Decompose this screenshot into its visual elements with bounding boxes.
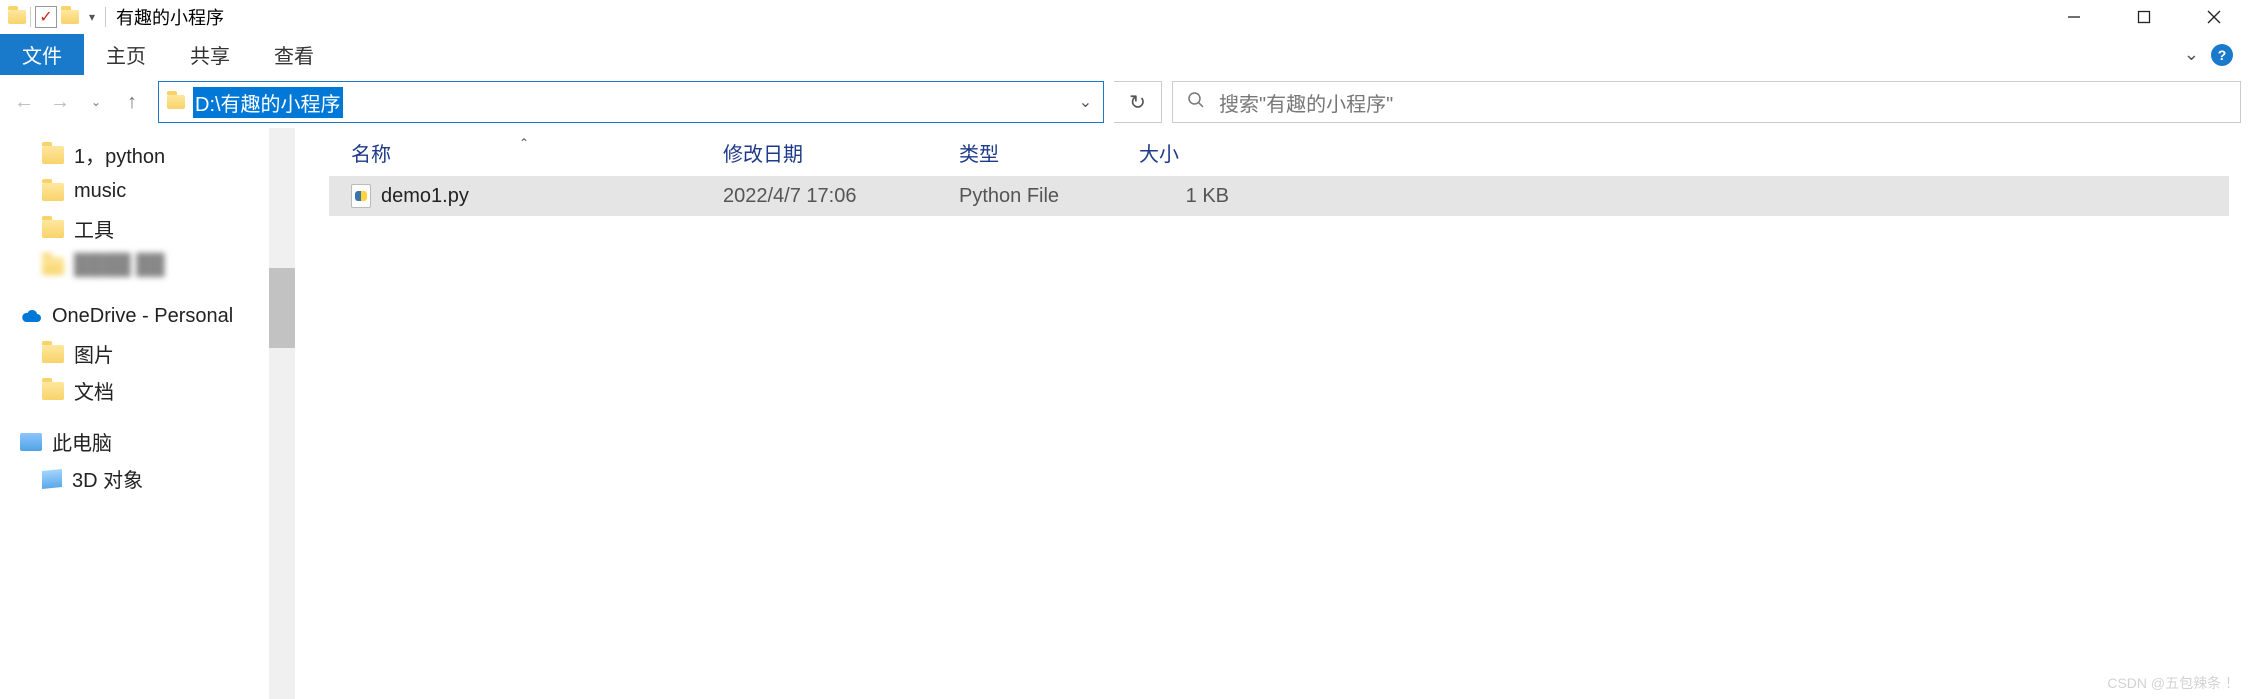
folder-icon [42, 220, 64, 238]
sidebar-item-label: 1，python [74, 140, 165, 169]
sidebar-item-label: OneDrive - Personal [52, 305, 233, 328]
column-header-date[interactable]: 修改日期 [723, 138, 959, 167]
help-icon[interactable]: ? [2211, 44, 2233, 66]
quick-access-toolbar: ✓ ▾ [0, 6, 106, 28]
navpane-scrollbar[interactable] [269, 128, 295, 699]
search-placeholder: 搜索"有趣的小程序" [1219, 88, 1393, 117]
sidebar-item-label: 文档 [74, 376, 114, 405]
watermark: CSDN @五包辣条 ！ [2107, 673, 2239, 693]
file-name: demo1.py [381, 185, 469, 208]
cube-icon [42, 468, 62, 488]
close-button[interactable] [2179, 0, 2249, 34]
folder-icon [42, 257, 64, 275]
sidebar-item-label: ████ ██ [74, 254, 165, 277]
cloud-icon [20, 309, 42, 325]
window-controls [2039, 0, 2249, 34]
search-box[interactable]: 搜索"有趣的小程序" [1172, 81, 2241, 123]
file-row[interactable]: demo1.py 2022/4/7 17:06 Python File 1 KB [329, 176, 2229, 216]
column-header-name[interactable]: 名称 ⌃ [329, 138, 723, 167]
forward-button[interactable]: → [44, 86, 76, 118]
file-cell-name: demo1.py [329, 184, 723, 208]
sidebar-item-label: music [74, 180, 126, 203]
up-button[interactable]: ↑ [116, 86, 148, 118]
file-cell-size: 1 KB [1139, 185, 1249, 208]
properties-qat-icon[interactable]: ✓ [35, 6, 57, 28]
sidebar-item-thispc[interactable]: 此电脑 [0, 423, 295, 460]
sidebar-item-folder[interactable]: 文档 [0, 372, 295, 409]
navigation-pane[interactable]: 1，python music 工具 ████ ██ OneDrive - Per… [0, 128, 295, 699]
computer-icon [20, 433, 42, 451]
minimize-button[interactable] [2039, 0, 2109, 34]
address-path[interactable]: D:\有趣的小程序 [193, 87, 343, 118]
navpane-scrollbar-thumb[interactable] [269, 268, 295, 348]
folder-icon [42, 146, 64, 164]
sidebar-item-label: 3D 对象 [72, 464, 143, 493]
app-folder-icon [8, 10, 26, 24]
column-headers: 名称 ⌃ 修改日期 类型 大小 [329, 128, 2229, 176]
tab-file[interactable]: 文件 [0, 34, 84, 75]
address-folder-icon [167, 95, 185, 109]
tab-view[interactable]: 查看 [252, 34, 336, 75]
sidebar-item-label: 图片 [74, 339, 114, 368]
sidebar-item-folder[interactable]: music [0, 173, 295, 210]
sidebar-item-label: 工具 [74, 214, 114, 243]
window-title: 有趣的小程序 [116, 4, 224, 30]
column-header-type[interactable]: 类型 [959, 138, 1139, 167]
sidebar-item-folder[interactable]: 工具 [0, 210, 295, 247]
python-file-icon [351, 184, 371, 208]
sort-indicator-icon: ⌃ [519, 136, 529, 150]
folder-icon [42, 345, 64, 363]
sidebar-item-folder[interactable]: 图片 [0, 335, 295, 372]
sidebar-item-label: 此电脑 [52, 427, 112, 456]
navigation-row: ← → ⌄ ↑ D:\有趣的小程序 ⌄ ↻ 搜索"有趣的小程序" [0, 76, 2249, 128]
sidebar-item-onedrive[interactable]: OneDrive - Personal [0, 298, 295, 335]
folder-icon [42, 382, 64, 400]
qat-divider [30, 7, 31, 27]
open-folder-qat-icon[interactable] [61, 10, 79, 24]
back-button[interactable]: ← [8, 86, 40, 118]
main-area: 1，python music 工具 ████ ██ OneDrive - Per… [0, 128, 2249, 699]
sidebar-item-folder-redacted[interactable]: ████ ██ [0, 247, 295, 284]
sidebar-item-3dobjects[interactable]: 3D 对象 [0, 460, 295, 497]
ribbon-collapse-icon[interactable]: ⌄ [2184, 44, 2199, 65]
qat-divider-2 [105, 7, 106, 27]
folder-icon [42, 183, 64, 201]
recent-dropdown-icon[interactable]: ⌄ [80, 86, 112, 118]
file-cell-type: Python File [959, 185, 1139, 208]
maximize-button[interactable] [2109, 0, 2179, 34]
qat-dropdown-icon[interactable]: ▾ [83, 10, 101, 24]
search-icon [1187, 91, 1205, 114]
tab-share[interactable]: 共享 [168, 34, 252, 75]
ribbon-tabs: 文件 主页 共享 查看 ⌄ ? [0, 34, 2249, 76]
nav-buttons: ← → ⌄ ↑ [8, 86, 148, 118]
file-list-pane[interactable]: 名称 ⌃ 修改日期 类型 大小 demo1.py 2022/4/7 17:06 … [295, 128, 2249, 699]
address-dropdown-icon[interactable]: ⌄ [1067, 82, 1103, 122]
title-bar: ✓ ▾ 有趣的小程序 [0, 0, 2249, 34]
file-cell-date: 2022/4/7 17:06 [723, 185, 959, 208]
address-bar[interactable]: D:\有趣的小程序 ⌄ [158, 81, 1104, 123]
column-header-size[interactable]: 大小 [1139, 138, 1249, 167]
sidebar-item-folder[interactable]: 1，python [0, 136, 295, 173]
refresh-button[interactable]: ↻ [1114, 81, 1162, 123]
tab-home[interactable]: 主页 [84, 34, 168, 75]
